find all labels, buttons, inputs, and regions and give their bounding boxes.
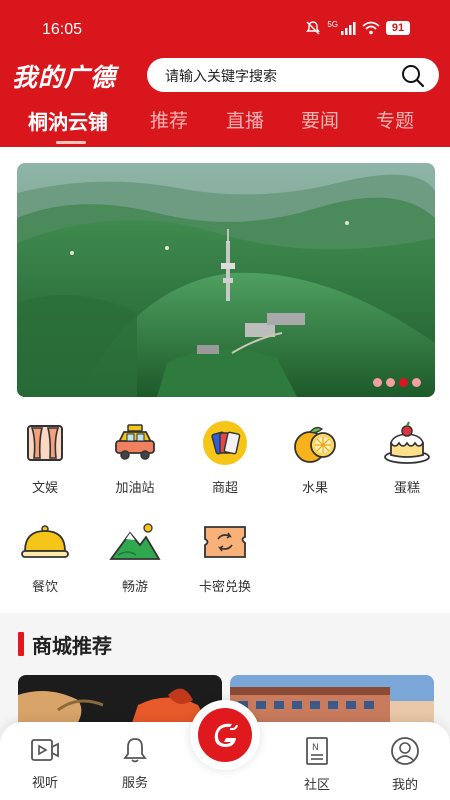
center-logo-icon [214,723,238,747]
mountain-icon [109,523,161,560]
nav-label: 视听 [31,776,58,791]
mute-icon [306,21,321,35]
car-icon [115,424,155,460]
tab-recommend[interactable]: 推荐 [150,106,188,133]
center-home-button[interactable] [190,700,260,770]
status-bar: 16:05 5G 91 [0,0,450,48]
service-cake[interactable]: 蛋糕 [372,415,442,496]
svg-text:N: N [312,743,319,753]
app-root: 16:05 5G 91 我的广德 请输入关键字搜索 桐汭云铺 推荐 直播 要闻 … [0,0,450,800]
carousel-dot[interactable] [386,378,395,387]
bell-icon [123,738,147,763]
news-icon: N [306,737,328,765]
nav-label: 服务 [121,776,148,791]
center-logo-background [198,708,252,762]
user-icon [391,737,419,765]
service-entertainment[interactable]: 文娱 [10,415,80,496]
service-dining[interactable]: 餐饮 [10,514,80,595]
service-label: 商超 [211,481,238,496]
carousel-dots [373,378,421,387]
service-travel[interactable]: 畅游 [100,514,170,595]
service-label: 蛋糕 [393,481,420,496]
service-label: 加油站 [115,481,155,496]
mall-section-header: 商城推荐 [18,631,112,658]
service-label: 卡密兑换 [198,580,251,595]
service-fruit[interactable]: 水果 [280,415,350,496]
service-gas-station[interactable]: 加油站 [100,415,170,496]
carousel-dot-active[interactable] [399,378,408,387]
network-type-label: 5G [327,19,338,29]
banner-carousel[interactable] [17,163,435,397]
section-title: 商城推荐 [32,633,112,658]
tab-topics[interactable]: 专题 [376,106,414,133]
status-icons: 5G 91 [305,20,410,36]
carousel-dot[interactable] [412,378,421,387]
nav-audio-video[interactable]: 视听 [15,736,75,791]
nav-community[interactable]: N 社区 [287,736,347,793]
search-bar[interactable]: 请输入关键字搜索 [147,58,439,92]
ticket-exchange-icon [204,526,246,558]
banner-image [17,163,435,397]
nav-label: 我的 [391,778,418,793]
cake-icon [384,421,430,464]
service-label: 畅游 [121,580,148,595]
search-icon[interactable] [401,64,425,88]
battery-indicator: 91 [386,21,410,35]
theater-icon [27,425,63,461]
channel-tabs: 桐汭云铺 推荐 直播 要闻 专题 [0,106,450,142]
wifi-icon [362,21,380,35]
section-accent-bar [18,632,24,656]
app-logo: 我的广德 [12,63,117,92]
nav-mine[interactable]: 我的 [375,736,435,793]
nav-services[interactable]: 服务 [105,736,165,791]
header: 16:05 5G 91 我的广德 请输入关键字搜索 桐汭云铺 推荐 直播 要闻 … [0,0,450,147]
tab-tongrui-yunpu[interactable]: 桐汭云铺 [28,106,108,135]
carousel-dot[interactable] [373,378,382,387]
signal-icon [341,22,356,35]
service-supermarket[interactable]: 商超 [190,415,260,496]
shopping-cards-icon [203,421,247,465]
orange-icon [294,426,336,463]
service-label: 文娱 [31,481,58,496]
dish-cover-icon [21,525,69,558]
service-card-redeem[interactable]: 卡密兑换 [190,514,260,595]
tab-live[interactable]: 直播 [226,106,264,133]
service-label: 水果 [301,481,328,496]
service-label: 餐饮 [31,580,58,595]
status-time: 16:05 [42,21,83,38]
search-placeholder: 请输入关键字搜索 [165,69,277,85]
active-tab-indicator [56,141,86,144]
video-icon [31,739,59,761]
tab-headlines[interactable]: 要闻 [301,106,339,133]
nav-label: 社区 [303,778,330,793]
